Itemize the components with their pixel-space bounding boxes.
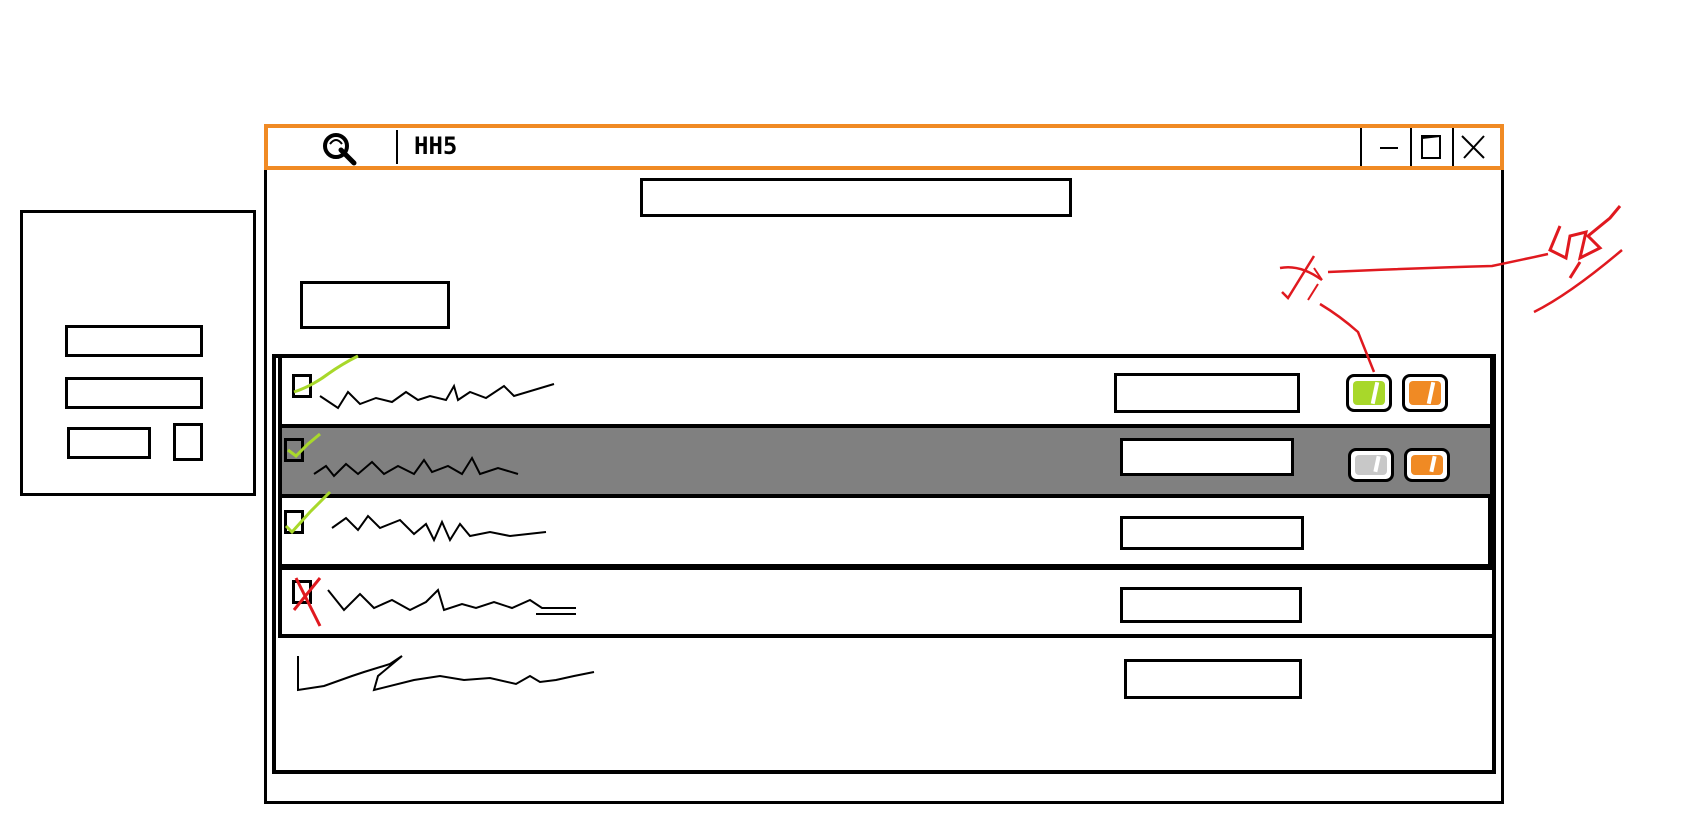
approve-button-disabled[interactable] xyxy=(1348,448,1394,482)
approve-button[interactable] xyxy=(1346,374,1392,412)
search-input[interactable] xyxy=(640,178,1072,217)
approve-fill xyxy=(1355,455,1387,475)
control-divider xyxy=(1452,128,1454,166)
row-label-scribble xyxy=(319,383,555,410)
row-value-field[interactable] xyxy=(1114,373,1300,413)
magnifier-app-icon xyxy=(323,133,357,166)
row-value-field[interactable] xyxy=(1120,516,1304,550)
side-panel-field-1[interactable] xyxy=(65,325,203,357)
approve-fill xyxy=(1353,381,1385,405)
row-value-field[interactable] xyxy=(1120,587,1302,623)
row-value-field[interactable] xyxy=(1120,438,1294,476)
minimize-icon[interactable] xyxy=(1372,132,1408,162)
row-label-scribble xyxy=(313,455,519,478)
side-panel-field-2[interactable] xyxy=(65,377,203,409)
checkmark-green-icon xyxy=(284,490,332,535)
title-separator xyxy=(396,130,398,164)
close-icon[interactable] xyxy=(1456,132,1492,162)
side-panel xyxy=(20,210,256,496)
title-bar[interactable]: HH5 xyxy=(264,124,1504,170)
window-title: HH5 xyxy=(414,132,458,160)
maximize-icon[interactable] xyxy=(1414,132,1450,162)
edit-button[interactable] xyxy=(1402,374,1448,412)
edit-fill xyxy=(1411,455,1443,475)
controls-separator xyxy=(1360,128,1362,166)
annotation-overlay xyxy=(1279,205,1623,373)
row-value-field[interactable] xyxy=(1124,659,1302,699)
side-panel-small-button[interactable] xyxy=(173,423,203,461)
row-label-scribble xyxy=(331,514,547,543)
edit-button[interactable] xyxy=(1404,448,1450,482)
cross-red-icon xyxy=(292,577,322,627)
side-panel-field-3[interactable] xyxy=(67,427,151,459)
row-label-scribble xyxy=(297,655,595,692)
row-label-scribble xyxy=(327,588,576,615)
add-button[interactable] xyxy=(300,281,450,329)
edit-fill xyxy=(1409,381,1441,405)
control-divider xyxy=(1410,128,1412,166)
